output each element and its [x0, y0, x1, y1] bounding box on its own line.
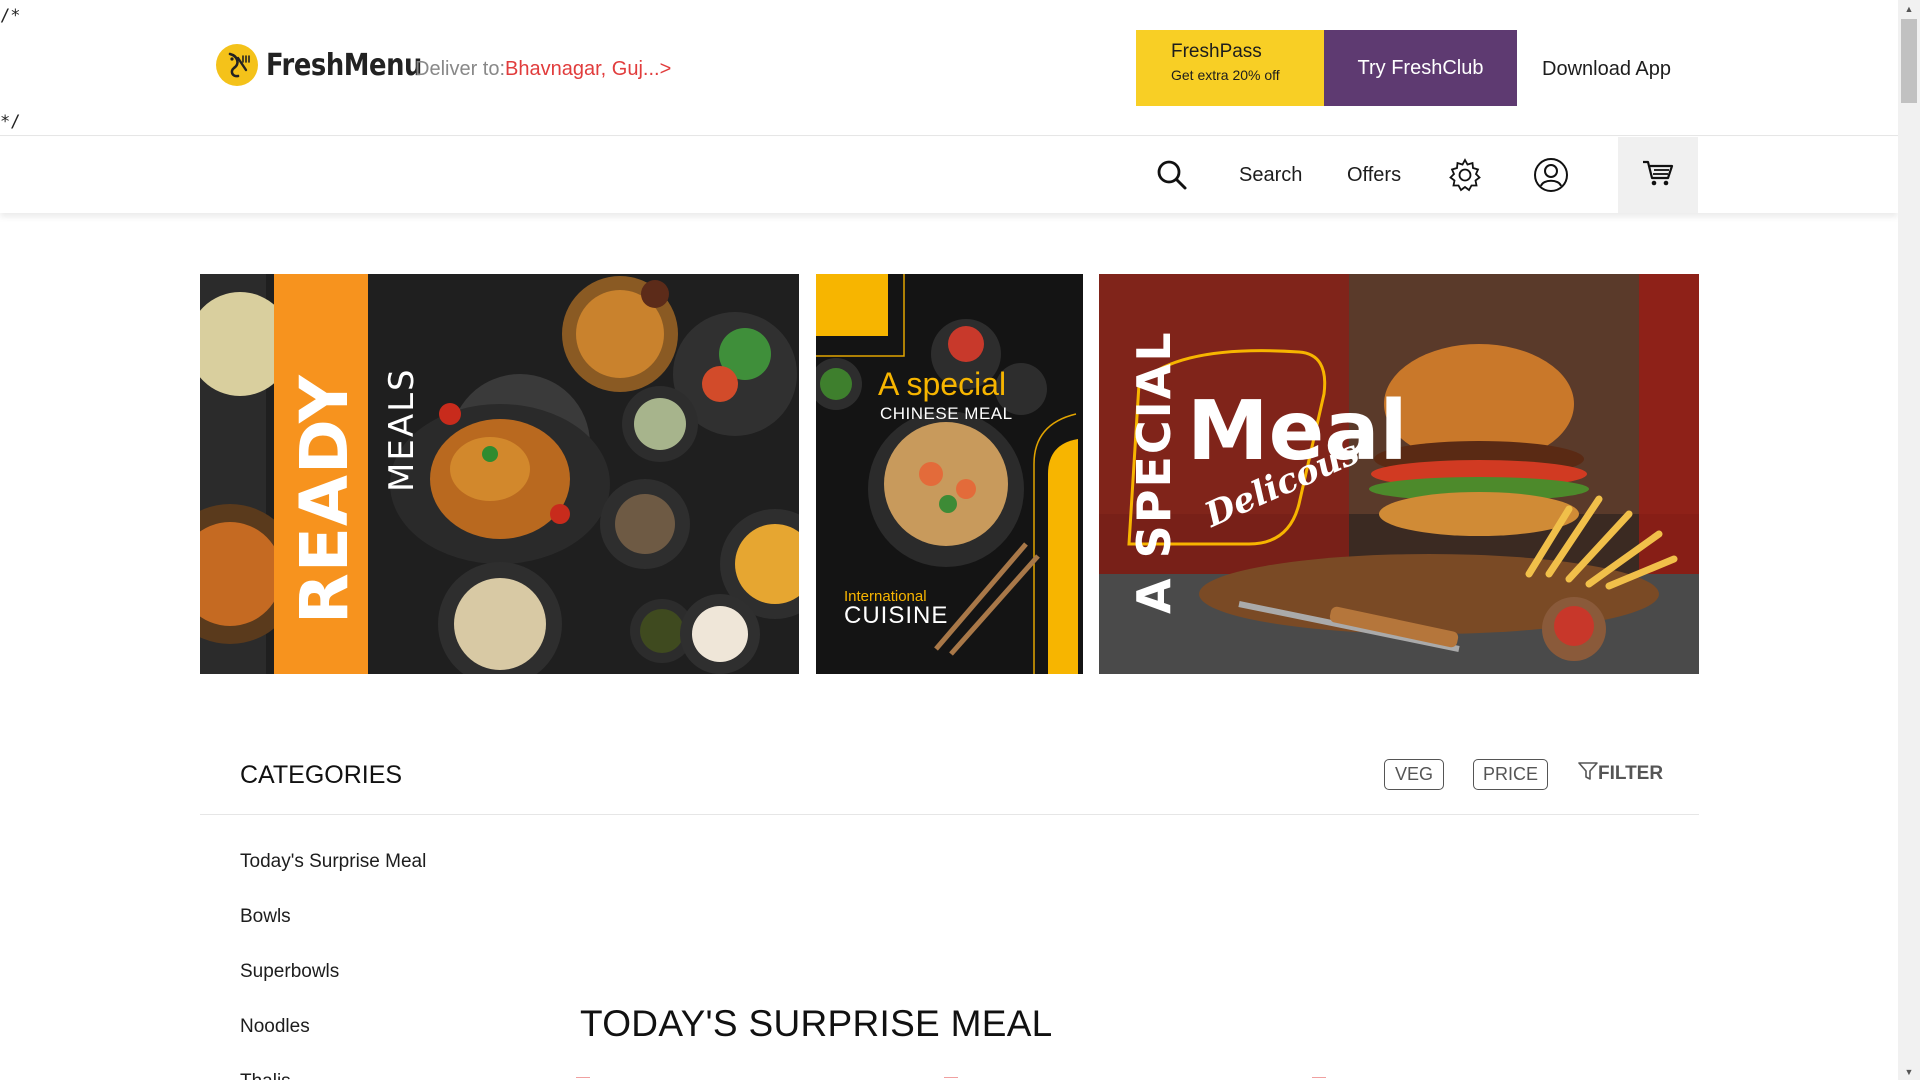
- categories-divider: [200, 814, 1699, 815]
- banner-special-meal[interactable]: A SPECIAL Meal Delicous: [1099, 274, 1699, 674]
- categories-heading: CATEGORIES: [240, 761, 403, 789]
- search-icon[interactable]: [1156, 137, 1188, 213]
- category-item-noodles[interactable]: Noodles: [240, 1015, 426, 1070]
- cart-button[interactable]: [1618, 137, 1698, 213]
- category-list: Today's Surprise Meal Bowls Superbowls N…: [240, 850, 426, 1080]
- filter-icon: [1578, 761, 1598, 787]
- nav-bar: Search Offers: [0, 137, 1898, 213]
- scrollbar-thumb[interactable]: [1901, 19, 1917, 103]
- section-title-todays-surprise-meal: TODAY'S SURPRISE MEAL: [580, 1003, 1053, 1044]
- special-vertical-text: A SPECIAL: [1127, 330, 1181, 614]
- vertical-scrollbar[interactable]: ▲ ▼: [1898, 0, 1920, 1080]
- freshclub-button[interactable]: Try FreshClub: [1324, 30, 1517, 106]
- user-icon[interactable]: [1533, 137, 1569, 213]
- category-item-thalis[interactable]: Thalis: [240, 1070, 426, 1080]
- logo-mascot-icon: [216, 44, 258, 86]
- category-item-bowls[interactable]: Bowls: [240, 905, 426, 960]
- gear-icon[interactable]: [1447, 137, 1483, 213]
- nav-search-link[interactable]: Search: [1239, 137, 1302, 213]
- ready-small-text: MEALS: [382, 367, 422, 492]
- scroll-up-arrow-icon[interactable]: ▲: [1898, 0, 1920, 17]
- ready-big-text: READY: [286, 374, 363, 624]
- filter-button[interactable]: FILTER: [1578, 761, 1663, 787]
- chinese-line4: CUISINE: [844, 602, 949, 629]
- veg-filter-chip[interactable]: VEG: [1384, 759, 1444, 790]
- nav-offers-link[interactable]: Offers: [1347, 137, 1401, 213]
- category-item-superbowls[interactable]: Superbowls: [240, 960, 426, 1015]
- deliver-to[interactable]: Deliver to:Bhavnagar, Guj...>: [415, 58, 671, 81]
- price-filter-chip[interactable]: PRICE: [1473, 759, 1548, 790]
- site-header: FreshMenu Deliver to:Bhavnagar, Guj...> …: [0, 0, 1898, 136]
- deliver-location[interactable]: Bhavnagar, Guj...>: [505, 58, 671, 80]
- deliver-label: Deliver to:: [415, 58, 506, 80]
- download-app-link[interactable]: Download App: [1542, 58, 1671, 81]
- cart-icon: [1642, 159, 1674, 192]
- category-item-todays-surprise-meal[interactable]: Today's Surprise Meal: [240, 850, 426, 905]
- banner-ready-meals[interactable]: READY MEALS: [200, 274, 799, 674]
- freshmenu-logo[interactable]: FreshMenu: [216, 44, 447, 86]
- banner-chinese-meal[interactable]: A special CHINESE MEAL International CUI…: [816, 274, 1083, 674]
- chinese-line2: CHINESE MEAL: [880, 404, 1013, 423]
- scroll-down-arrow-icon[interactable]: ▼: [1898, 1063, 1920, 1080]
- chinese-line1: A special: [878, 366, 1007, 402]
- freshpass-subtitle: Get extra 20% off: [1171, 67, 1280, 83]
- filter-label: FILTER: [1598, 763, 1664, 784]
- freshpass-title: FreshPass: [1171, 41, 1262, 62]
- logo-text: FreshMenu: [266, 47, 422, 83]
- freshpass-button[interactable]: FreshPass Get extra 20% off: [1136, 30, 1324, 106]
